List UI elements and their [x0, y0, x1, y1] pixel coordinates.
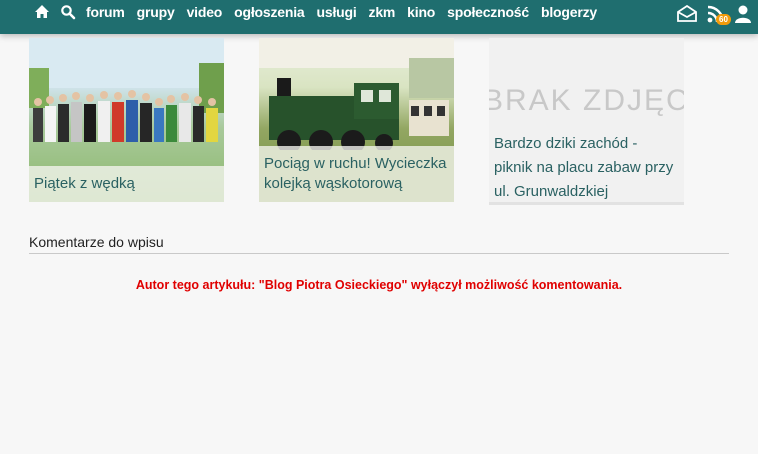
nav-item-ogloszenia[interactable]: ogłoszenia — [234, 0, 305, 24]
no-photo-placeholder: BRAK ZDJĘCIA — [489, 84, 684, 117]
rss-icon[interactable]: 60 — [706, 4, 731, 29]
rss-count-badge: 60 — [716, 14, 731, 25]
nav-item-uslugi[interactable]: usługi — [317, 0, 357, 24]
related-post-title[interactable]: Piątek z wędką — [29, 166, 224, 202]
comments-section-title: Komentarze do wpisu — [29, 234, 729, 254]
related-post-card[interactable]: Pociąg w ruchu! Wycieczka kolejką wąskot… — [259, 38, 454, 202]
nav-item-kino[interactable]: kino — [407, 0, 435, 24]
related-post-title[interactable]: Pociąg w ruchu! Wycieczka kolejką wąskot… — [259, 146, 454, 202]
nav-item-blogerzy[interactable]: blogerzy — [541, 0, 597, 24]
comments-disabled-notice: Autor tego artykułu: "Blog Piotra Osieck… — [135, 278, 623, 292]
related-post-title[interactable]: Bardzo dziki zachód - piknik na placu za… — [494, 132, 679, 202]
nav-item-grupy[interactable]: grupy — [137, 0, 175, 24]
top-navigation-bar: forum grupy video ogłoszenia usługi zkm … — [0, 0, 758, 34]
envelope-icon[interactable] — [676, 4, 698, 28]
related-post-card[interactable]: BRAK ZDJĘCIA Bardzo dziki zachód - pikni… — [489, 38, 684, 205]
related-post-card[interactable]: Piątek z wędką — [29, 38, 224, 202]
user-icon[interactable] — [734, 4, 752, 29]
search-icon[interactable] — [60, 4, 76, 20]
nav-item-video[interactable]: video — [187, 0, 223, 24]
home-icon[interactable] — [34, 4, 50, 20]
nav-item-spolecznosc[interactable]: społeczność — [447, 0, 529, 24]
main-nav: forum grupy video ogłoszenia usługi zkm … — [34, 0, 609, 24]
nav-item-zkm[interactable]: zkm — [369, 0, 396, 24]
nav-item-forum[interactable]: forum — [86, 0, 125, 24]
header-user-tools: 60 — [668, 4, 752, 29]
